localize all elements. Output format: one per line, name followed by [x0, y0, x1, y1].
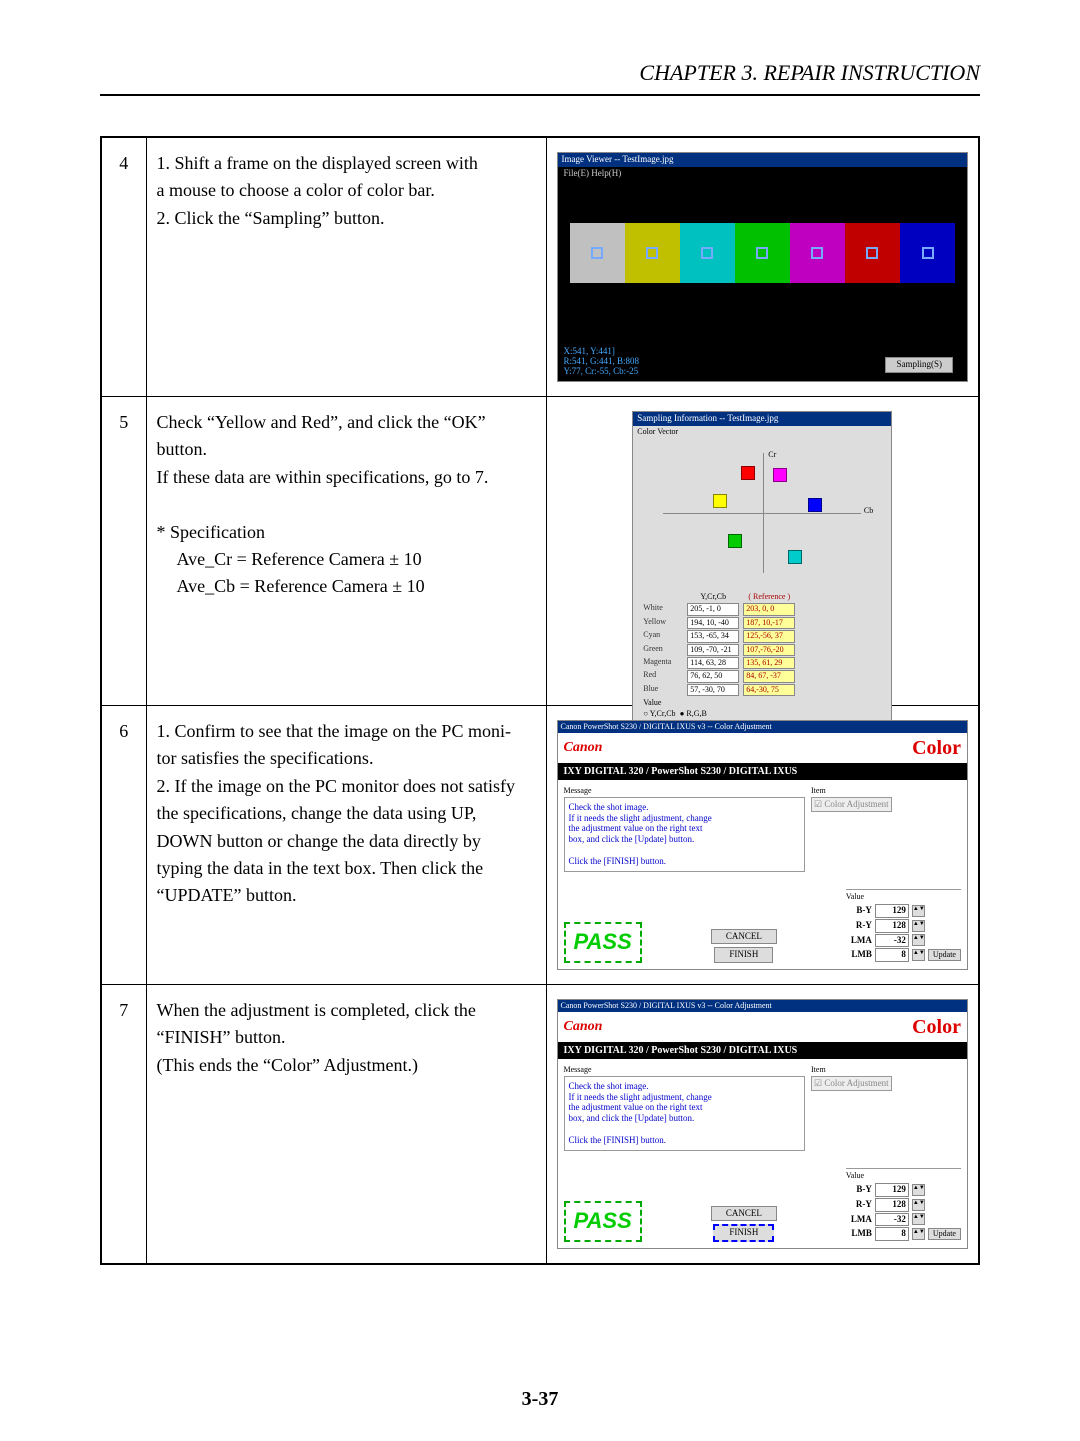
page-number: 3-37	[0, 1388, 1080, 1411]
lmb-input[interactable]: 8	[875, 1227, 909, 1241]
lma-input[interactable]: -32	[875, 934, 909, 948]
step-number: 5	[101, 397, 146, 706]
color-heading: Color	[912, 1014, 961, 1040]
chapter-title: CHAPTER 3. REPAIR INSTRUCTION	[100, 60, 980, 86]
canon-logo: Canon	[564, 1018, 603, 1036]
window-title: Canon PowerShot S230 / DIGITAL IXUS v3 -…	[558, 1000, 968, 1012]
colorbar-blue[interactable]	[900, 223, 955, 283]
finish-button[interactable]: FINISH	[713, 1224, 774, 1242]
step-text: Check “Yellow and Red”, and click the “O…	[146, 397, 546, 706]
vector-red	[741, 466, 755, 480]
finish-button[interactable]: FINISH	[714, 947, 773, 963]
step-screenshot: Canon PowerShot S230 / DIGITAL IXUS v3 -…	[546, 706, 979, 985]
spinner[interactable]: ▲▼	[912, 905, 925, 917]
subtitle: Color Vector	[633, 426, 891, 438]
color-adjustment-window: Canon PowerShot S230 / DIGITAL IXUS v3 -…	[557, 999, 969, 1249]
message-box: Check the shot image. If it needs the sl…	[564, 1076, 806, 1151]
sample-frame[interactable]	[922, 247, 934, 259]
step-number: 7	[101, 985, 146, 1265]
color-adjustment-window: Canon PowerShot S230 / DIGITAL IXUS v3 -…	[557, 720, 969, 970]
window-title: Canon PowerShot S230 / DIGITAL IXUS v3 -…	[558, 721, 968, 733]
model-subtitle: IXY DIGITAL 320 / PowerShot S230 / DIGIT…	[558, 763, 968, 780]
step-number: 6	[101, 706, 146, 985]
divider	[100, 94, 980, 96]
spinner[interactable]: ▲▼	[912, 1199, 925, 1211]
coordinate-info: X:541, Y:441] R:541, G:441, B:808 Y:77, …	[564, 347, 640, 377]
cancel-button[interactable]: CANCEL	[711, 1206, 777, 1222]
colorbar-red[interactable]	[845, 223, 900, 283]
color-values-list: Y,Cr,Cb( Reference ) White205, -1, 0203,…	[633, 588, 891, 723]
model-subtitle: IXY DIGITAL 320 / PowerShot S230 / DIGIT…	[558, 1042, 968, 1059]
instruction-table: 4 1. Shift a frame on the displayed scre…	[100, 136, 980, 1265]
ry-input[interactable]: 128	[875, 1198, 909, 1212]
vector-cyan	[788, 550, 802, 564]
ry-input[interactable]: 128	[875, 919, 909, 933]
color-bar	[570, 223, 956, 283]
sample-frame[interactable]	[591, 247, 603, 259]
item-checkbox[interactable]: ☑ Color Adjustment	[811, 797, 892, 813]
colorbar-cyan[interactable]	[680, 223, 735, 283]
spinner[interactable]: ▲▼	[912, 1213, 925, 1225]
vector-green	[728, 534, 742, 548]
sample-frame[interactable]	[756, 247, 768, 259]
value-panel: Value B-Y129▲▼ R-Y128▲▼ LMA-32▲▼ LMB8▲▼U…	[846, 889, 961, 963]
vector-yellow	[713, 494, 727, 508]
sample-frame[interactable]	[646, 247, 658, 259]
vector-blue	[808, 498, 822, 512]
image-viewer-window: Image Viewer -- TestImage.jpg File(E) He…	[557, 152, 969, 382]
sample-frame[interactable]	[811, 247, 823, 259]
sampling-info-window: Sampling Information -- TestImage.jpg Co…	[557, 411, 969, 691]
pass-indicator: PASS	[564, 922, 642, 963]
vector-magenta	[773, 468, 787, 482]
spinner[interactable]: ▲▼	[912, 1184, 925, 1196]
step-text: 1. Confirm to see that the image on the …	[146, 706, 546, 985]
step-text: When the adjustment is completed, click …	[146, 985, 546, 1265]
color-vector-plot: Cr Cb	[633, 438, 891, 588]
update-button[interactable]: Update	[928, 949, 961, 961]
sampling-button[interactable]: Sampling(S)	[885, 357, 953, 373]
spinner[interactable]: ▲▼	[912, 934, 925, 946]
step-number: 4	[101, 137, 146, 397]
lmb-input[interactable]: 8	[875, 948, 909, 962]
step-screenshot: Image Viewer -- TestImage.jpg File(E) He…	[546, 137, 979, 397]
value-panel: Value B-Y129▲▼ R-Y128▲▼ LMA-32▲▼ LMB8▲▼U…	[846, 1168, 961, 1242]
step-text: 1. Shift a frame on the displayed screen…	[146, 137, 546, 397]
item-checkbox[interactable]: ☑ Color Adjustment	[811, 1076, 892, 1092]
colorbar-yellow[interactable]	[625, 223, 680, 283]
menu-bar[interactable]: File(E) Help(H)	[558, 167, 968, 181]
colorbar-white[interactable]	[570, 223, 625, 283]
message-box: Check the shot image. If it needs the sl…	[564, 797, 806, 872]
colorbar-magenta[interactable]	[790, 223, 845, 283]
colorbar-green[interactable]	[735, 223, 790, 283]
step-screenshot: Sampling Information -- TestImage.jpg Co…	[546, 397, 979, 706]
spinner[interactable]: ▲▼	[912, 1228, 925, 1240]
sample-frame[interactable]	[866, 247, 878, 259]
spinner[interactable]: ▲▼	[912, 949, 925, 961]
cancel-button[interactable]: CANCEL	[711, 929, 777, 945]
by-input[interactable]: 129	[875, 1183, 909, 1197]
pass-indicator: PASS	[564, 1201, 642, 1242]
canon-logo: Canon	[564, 739, 603, 757]
window-title: Sampling Information -- TestImage.jpg	[633, 412, 891, 426]
lma-input[interactable]: -32	[875, 1213, 909, 1227]
window-title: Image Viewer -- TestImage.jpg	[558, 153, 968, 167]
spinner[interactable]: ▲▼	[912, 920, 925, 932]
sample-frame[interactable]	[701, 247, 713, 259]
by-input[interactable]: 129	[875, 904, 909, 918]
update-button[interactable]: Update	[928, 1228, 961, 1240]
step-screenshot: Canon PowerShot S230 / DIGITAL IXUS v3 -…	[546, 985, 979, 1265]
color-heading: Color	[912, 735, 961, 761]
